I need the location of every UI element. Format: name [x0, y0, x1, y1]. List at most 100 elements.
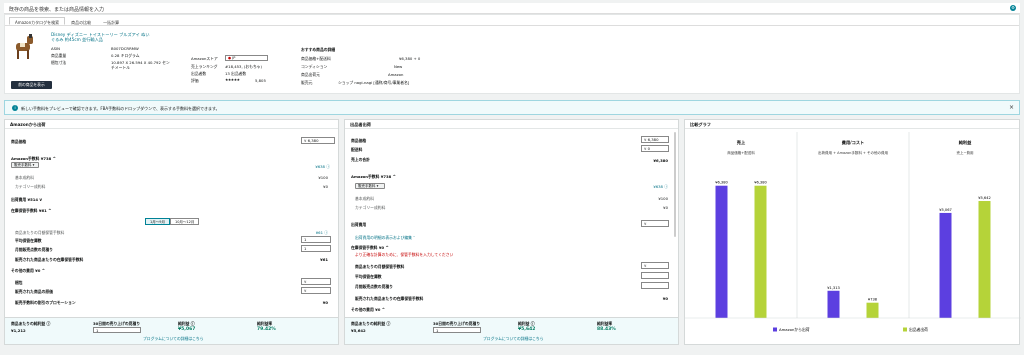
seller-sold-storage: ¥0: [662, 296, 668, 301]
comparison-chart-panel: 比較グラフ 売上 商品価格+配送料 ¥6,380 ¥6,380 費用/コスト 出荷費用 +…: [684, 119, 1021, 345]
seller-qty-input[interactable]: 1: [433, 327, 481, 333]
amazon-est-sales-input[interactable]: 1: [301, 245, 331, 252]
bar-label: ¥1,313: [827, 286, 840, 290]
bar-label: ¥5,642: [978, 196, 991, 200]
gear-icon[interactable]: ⚙: [1010, 5, 1016, 11]
seller-other-label[interactable]: その他の費用 ¥0 ^: [351, 307, 385, 313]
amazon-avg-inv-label: 平均保管在庫数: [15, 238, 42, 243]
rating-count[interactable]: 5,805: [255, 78, 266, 83]
group-subtitle: 売上−費用: [957, 150, 974, 155]
product-tabs: Amazonカタログを検索 商品の比較 一括計算: [9, 17, 125, 25]
toggle-jan-sep[interactable]: 1月〜9月: [145, 218, 170, 225]
rating-stars-icon: ★★★★★: [225, 77, 240, 82]
tab-bulk[interactable]: 一括計算: [97, 17, 125, 25]
amazon-promo-label: 販売手数料の割引のプロモーション: [15, 300, 76, 305]
product-title[interactable]: Disney ディズニー トイストーリー ブルズアイ ぬいぐるみ 約45cm 並…: [51, 32, 151, 42]
bar-0-0: [715, 185, 728, 318]
amazon-fee-select[interactable]: 販売手数料 ▾: [11, 162, 39, 168]
amazon-shipping-input[interactable]: ¥: [301, 278, 331, 285]
amazon-storage-label[interactable]: 在庫保管手数料 ¥61 ^: [11, 208, 52, 214]
info-icon: i: [12, 105, 18, 111]
seller-margin: 88.43%: [597, 327, 616, 332]
amazon-price-input[interactable]: ¥ 6,380: [301, 137, 335, 144]
seller-outship-input[interactable]: ¥: [641, 220, 669, 227]
seller-total-label: 売上の合計: [351, 157, 370, 162]
seller-avg-inv-input[interactable]: [641, 272, 669, 279]
group-subtitle: 商品価格+配送料: [727, 150, 755, 155]
ship-from-value: Amazon: [388, 72, 404, 77]
toggle-oct-dec[interactable]: 10月〜12月: [169, 218, 200, 225]
sellers-label: 出品者数: [191, 71, 207, 76]
bar-1-0: [754, 185, 767, 318]
amazon-sold-cost-label: 販売された商品の原価: [15, 289, 53, 294]
chevron-down-icon: v: [39, 197, 43, 202]
seller-cat-fee: ¥0: [663, 205, 668, 210]
tab-compare[interactable]: 商品の比較: [65, 17, 97, 25]
amazon-margin: 79.42%: [257, 327, 276, 332]
amazon-footer: 商品あたりの純利益 ⓘ ¥1,212 30日間の売り上げの見積り 1 純利益 ⓘ…: [5, 317, 338, 344]
seller-storage-warning: より正確な計算のために、保管手数料を入力してください: [355, 252, 454, 257]
amazon-net: ¥5,067: [178, 327, 196, 332]
info-text: 新しい手数料をプレビューで確認できます。FBA手数料のドロップダウンで、表示する…: [21, 106, 220, 111]
tab-divider: [5, 25, 1019, 26]
seller-breakdown-link[interactable]: 出荷費用の明細の表示および編集 ˅: [355, 235, 415, 241]
previous-product-button[interactable]: 前の商品を表示: [11, 81, 52, 89]
bar-1-2: [978, 201, 991, 318]
group-title: 費用/コスト: [841, 139, 864, 146]
chevron-up-icon: ^: [41, 268, 46, 273]
amazon-panel-title: Amazonから出荷: [10, 122, 46, 127]
seller-fee-amount: ¥638 ⓘ: [653, 184, 668, 189]
amazon-fee-amount: ¥638 ⓘ: [315, 164, 330, 169]
seller-fulfillment-panel: 出品者出荷 商品価格 ¥ 6,380 配送料 ¥ 0 売上の合計 ¥6,380 …: [344, 119, 679, 345]
amazon-other-label[interactable]: その他の費用 ¥0 ^: [11, 268, 45, 274]
product-panel: Amazonカタログを検索 商品の比較 一括計算 Disney ディズニー トイ…: [4, 14, 1020, 94]
seller-storage-label[interactable]: 在庫保管手数料 ¥0 ^: [351, 245, 389, 251]
amazon-sold-cost-input[interactable]: ¥: [301, 287, 331, 294]
product-image: [16, 34, 33, 59]
seller-program-link[interactable]: プログラムについての詳細はこちら: [483, 336, 544, 342]
month-toggle[interactable]: 1月〜9月 10月〜12月: [145, 218, 200, 225]
search-bar[interactable]: 既存の商品を検索、または商品情報を入力 ⚙: [4, 3, 1020, 14]
seller-scrollbar[interactable]: [674, 132, 676, 237]
store-select[interactable]: ● JP: [225, 55, 268, 61]
group-title: 純利益: [959, 139, 972, 146]
jp-flag-icon: ●: [228, 56, 232, 60]
seller-price-label: 商品価格: [351, 138, 367, 143]
offer-title: おすすめ商品の詳細: [301, 47, 336, 52]
amazon-program-link[interactable]: プログラムについての詳細はこちら: [143, 336, 204, 342]
info-banner: i 新しい手数料をプレビューで確認できます。FBA手数料のドロップダウンで、表示…: [4, 100, 1020, 115]
seller-panel-header: 出品者出荷: [345, 120, 678, 129]
amazon-promo: ¥0: [322, 300, 328, 305]
legend-label-0: Amazonから出荷: [779, 327, 810, 332]
store-label: Amazonストア: [191, 56, 218, 61]
amazon-fulfillment-panel: Amazonから出荷 商品価格 ¥ 6,380 Amazon手数料 ¥738 ^…: [4, 119, 339, 345]
seller-price-input[interactable]: ¥ 6,380: [641, 136, 669, 143]
condition-label: コンディション: [301, 64, 328, 69]
amazon-shipping-label: 梱包: [15, 280, 23, 285]
amazon-est-sales-label: 月間販売点数の見積り: [15, 247, 53, 252]
bar-label: ¥6,380: [715, 181, 728, 185]
amazon-sold-storage: ¥61: [320, 257, 328, 262]
amazon-profit-label: 商品あたりの純利益 ⓘ: [11, 321, 51, 326]
seller-cat-fee-label: カテゴリー成約料: [355, 205, 386, 210]
tab-catalog-search[interactable]: Amazonカタログを検索: [9, 17, 66, 25]
close-icon[interactable]: ×: [1009, 104, 1014, 111]
amazon-qty-input[interactable]: 1: [93, 327, 141, 333]
weight-value: 0.28 キログラム: [111, 53, 140, 58]
amazon-cat-fee: ¥0: [323, 184, 328, 189]
weight-label: 商品重量: [51, 53, 67, 58]
group-subtitle: 出荷費用 + Amazon手数料 + その他の費用: [818, 150, 888, 155]
seller-est-sales-input[interactable]: [641, 282, 669, 289]
seller-fee-label[interactable]: Amazon手数料 ¥738 ^: [351, 174, 396, 180]
seller-outship-label: 出荷費用: [351, 222, 367, 227]
amazon-profit: ¥1,212: [11, 328, 26, 333]
amazon-ship-label[interactable]: 出荷費用 ¥514 v: [11, 197, 42, 203]
seller-label: 販売元: [301, 80, 313, 85]
bar-label: ¥5,067: [939, 208, 952, 212]
amazon-avg-inv-input[interactable]: 1: [301, 236, 331, 243]
seller-monthly-fee-input[interactable]: ¥: [641, 262, 669, 269]
search-label: 既存の商品を検索、または商品情報を入力: [9, 7, 105, 13]
seller-profit: ¥5,642: [351, 328, 366, 333]
seller-ship-input[interactable]: ¥ 0: [641, 145, 669, 152]
seller-fee-select[interactable]: 販売手数料 ▾: [355, 183, 385, 189]
